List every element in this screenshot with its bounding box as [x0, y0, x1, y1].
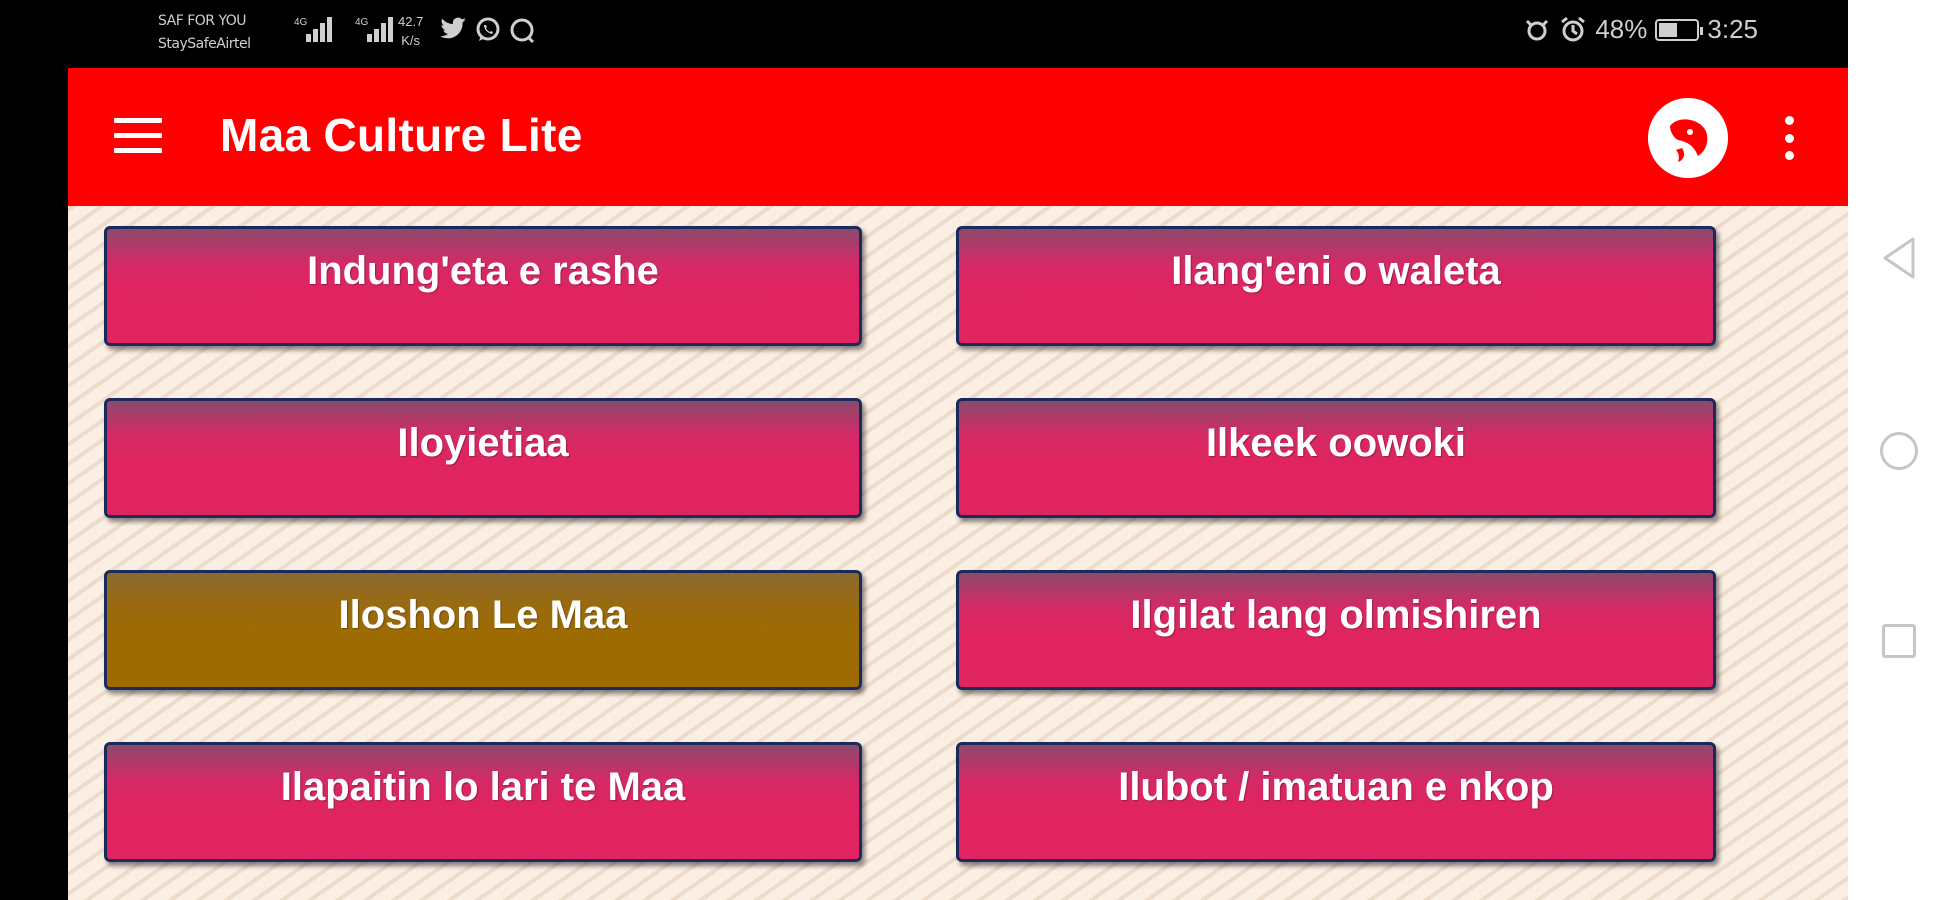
signal-icon-2: 4G	[355, 17, 393, 42]
main-content: Indung'eta e rashe Ilang'eni o waleta Il…	[68, 206, 1848, 900]
app-bar: Maa Culture Lite	[68, 68, 1848, 206]
messenger-icon	[510, 18, 535, 44]
back-icon[interactable]	[1881, 236, 1917, 280]
battery-fill	[1659, 22, 1677, 37]
home-icon[interactable]	[1880, 432, 1918, 470]
carrier-sub: StaySafeAirtel	[158, 36, 251, 52]
notification-icons	[440, 16, 536, 44]
speed-value: 42.7	[398, 14, 424, 29]
signal-icon: 4G	[294, 17, 332, 42]
menu-button-ilubot-imatuan-e-nkop[interactable]: Ilubot / imatuan e nkop	[956, 742, 1716, 862]
menu-button-iloshon-le-maa[interactable]: Iloshon Le Maa	[104, 570, 862, 690]
carrier-info: SAF FOR YOU StaySafeAirtel	[158, 10, 251, 56]
menu-button-ilkeek-oowoki[interactable]: Ilkeek oowoki	[956, 398, 1716, 518]
network-speed: 42.7 K/s	[398, 12, 423, 50]
overflow-menu-icon[interactable]	[1782, 116, 1796, 160]
network-type-2: 4G	[355, 17, 369, 28]
whatsapp-icon	[476, 17, 500, 41]
recent-apps-icon[interactable]	[1882, 624, 1916, 658]
battery-icon	[1655, 18, 1704, 41]
app-title: Maa Culture Lite	[220, 109, 583, 161]
menu-button-indungeta-e-rashe[interactable]: Indung'eta e rashe	[104, 226, 862, 346]
clock: 3:25	[1707, 14, 1758, 44]
menu-button-ilapaitin-lo-lari-te-maa[interactable]: Ilapaitin lo lari te Maa	[104, 742, 862, 862]
status-right: 48% 3:25	[1523, 14, 1758, 45]
network-type-1: 4G	[294, 17, 308, 28]
system-nav-bar	[1848, 0, 1953, 900]
vibrate-icon	[1526, 19, 1549, 40]
hamburger-menu-icon[interactable]	[114, 118, 162, 154]
alarm-icon	[1561, 16, 1586, 41]
battery-percent: 48%	[1595, 14, 1648, 44]
menu-button-iloyietiaa[interactable]: Iloyietiaa	[104, 398, 862, 518]
menu-button-ilgilat-lang-olmishiren[interactable]: Ilgilat lang olmishiren	[956, 570, 1716, 690]
maa-shield-logo-icon[interactable]	[1648, 98, 1728, 178]
carrier-name: SAF FOR YOU	[158, 13, 247, 29]
menu-button-ilangeni-o-waleta[interactable]: Ilang'eni o waleta	[956, 226, 1716, 346]
speed-unit: K/s	[401, 33, 421, 48]
left-edge	[0, 0, 68, 900]
twitter-icon	[440, 17, 466, 39]
status-bar: SAF FOR YOU StaySafeAirtel 4G 4G 42.7 K/…	[68, 0, 1848, 68]
